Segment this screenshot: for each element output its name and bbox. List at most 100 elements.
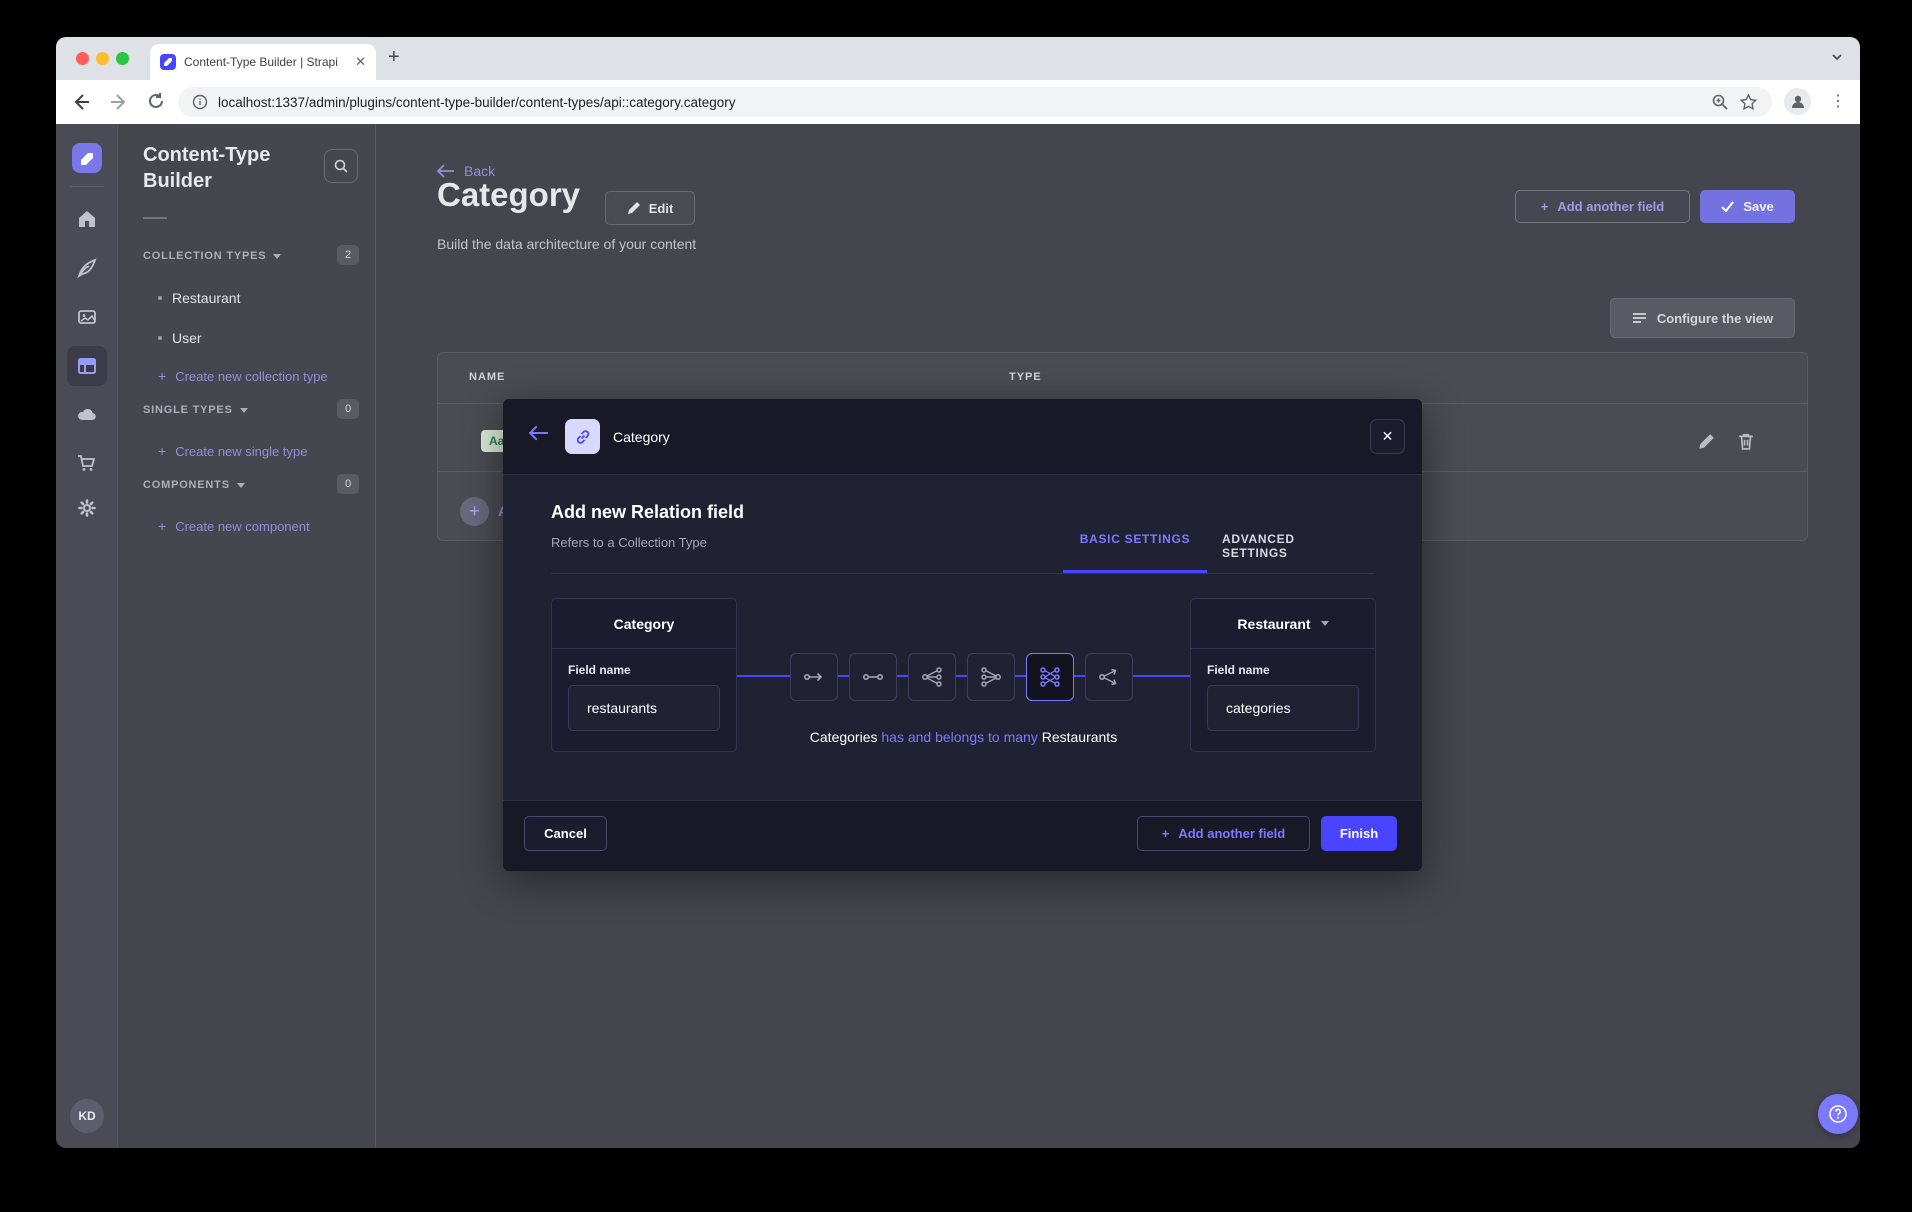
- sidebar-title: Content-Type Builder: [143, 142, 318, 194]
- plus-icon: +: [158, 443, 166, 459]
- create-single-type-link[interactable]: + Create new single type: [158, 443, 307, 459]
- relation-type-many-way[interactable]: [1085, 653, 1133, 701]
- screen: Content-Type Builder | Strapi ✕ +: [0, 0, 1912, 1212]
- tab-advanced-settings[interactable]: ADVANCED SETTINGS: [1222, 532, 1359, 573]
- address-bar: localhost:1337/admin/plugins/content-typ…: [56, 80, 1860, 124]
- bullet-icon: [158, 336, 162, 340]
- home-icon[interactable]: [67, 199, 107, 239]
- relation-field-modal: Category ✕ Add new Relation field Refers…: [503, 399, 1422, 871]
- column-header-type: TYPE: [1009, 371, 1042, 383]
- modal-footer: Cancel + Add another field Finish: [503, 800, 1422, 871]
- modal-back-arrow-icon[interactable]: [529, 425, 549, 441]
- traffic-zoom-button[interactable]: [116, 52, 129, 65]
- target-type-select[interactable]: Restaurant: [1191, 599, 1375, 649]
- settings-gear-icon[interactable]: [67, 488, 107, 528]
- page-subtitle: Build the data architecture of your cont…: [437, 236, 696, 252]
- cloud-icon[interactable]: [67, 395, 107, 435]
- traffic-close-button[interactable]: [76, 52, 89, 65]
- question-mark-icon: [1827, 1103, 1849, 1125]
- configure-view-button[interactable]: Configure the view: [1610, 298, 1795, 338]
- nav-rail: KD: [56, 124, 118, 1148]
- collection-types-count: 2: [337, 245, 359, 265]
- finish-button[interactable]: Finish: [1321, 816, 1397, 851]
- section-components[interactable]: COMPONENTS: [143, 479, 245, 491]
- plus-icon: +: [1541, 199, 1549, 214]
- relation-type-many-to-one[interactable]: [967, 653, 1015, 701]
- tab-close-icon[interactable]: ✕: [355, 54, 366, 70]
- browser-menu-icon[interactable]: ⋮: [1830, 91, 1846, 111]
- help-button[interactable]: [1818, 1094, 1858, 1134]
- reload-icon[interactable]: [146, 91, 166, 111]
- layout-list-icon: [1632, 312, 1647, 324]
- modal-add-another-field-button[interactable]: + Add another field: [1137, 816, 1310, 851]
- bookmark-star-icon[interactable]: [1739, 93, 1758, 112]
- modal-breadcrumb: Category: [613, 429, 670, 445]
- sidebar-item-user[interactable]: User: [158, 330, 202, 346]
- chevron-down-icon: [1321, 621, 1329, 626]
- sidebar-item-restaurant[interactable]: Restaurant: [158, 290, 240, 306]
- chevron-down-icon: [237, 483, 245, 488]
- chevron-down-icon: [273, 254, 281, 259]
- tab-strip: Content-Type Builder | Strapi ✕ +: [56, 37, 1860, 80]
- browser-window: Content-Type Builder | Strapi ✕ +: [56, 37, 1860, 1148]
- cancel-button[interactable]: Cancel: [524, 816, 607, 851]
- back-icon[interactable]: [70, 91, 92, 113]
- plus-icon: +: [158, 368, 166, 384]
- relation-link-icon: [565, 419, 600, 454]
- modal-tabs-divider: [551, 573, 1374, 574]
- plus-icon: +: [1162, 826, 1170, 841]
- marketplace-cart-icon[interactable]: [67, 443, 107, 483]
- site-info-icon[interactable]: [192, 94, 208, 110]
- tab-title: Content-Type Builder | Strapi: [184, 55, 347, 69]
- row-delete-trash-icon[interactable]: [1738, 433, 1754, 450]
- sub-sidebar: Content-Type Builder COLLECTION TYPES 2 …: [118, 124, 376, 1148]
- user-avatar[interactable]: KD: [70, 1099, 104, 1133]
- target-field-input[interactable]: categories: [1207, 685, 1359, 731]
- zoom-page-icon[interactable]: [1711, 93, 1729, 111]
- row-edit-pencil-icon[interactable]: [1698, 433, 1715, 450]
- new-tab-button[interactable]: +: [388, 46, 400, 69]
- strapi-logo[interactable]: [72, 143, 102, 173]
- target-type-box: Restaurant Field name categories: [1190, 598, 1376, 752]
- url-text: localhost:1337/admin/plugins/content-typ…: [218, 95, 1701, 110]
- modal-subtitle: Refers to a Collection Type: [551, 535, 707, 550]
- relation-type-one-to-one[interactable]: [849, 653, 897, 701]
- modal-title: Add new Relation field: [551, 502, 744, 523]
- section-collection-types[interactable]: COLLECTION TYPES: [143, 250, 281, 262]
- relation-type-one-to-many[interactable]: [908, 653, 956, 701]
- content-type-builder-icon[interactable]: [67, 346, 107, 386]
- target-field-label: Field name: [1207, 663, 1270, 677]
- table-add-field-button[interactable]: +: [460, 497, 489, 526]
- check-icon: [1721, 201, 1734, 212]
- traffic-minimize-button[interactable]: [96, 52, 109, 65]
- sidebar-search-button[interactable]: [324, 149, 358, 183]
- content-manager-icon[interactable]: [67, 248, 107, 288]
- source-type-name: Category: [552, 599, 736, 649]
- section-single-types[interactable]: SINGLE TYPES: [143, 404, 248, 416]
- browser-profile-avatar[interactable]: [1784, 88, 1811, 115]
- relation-type-many-to-many[interactable]: [1026, 653, 1074, 701]
- tab-search-chevron-icon[interactable]: [1830, 50, 1844, 64]
- media-library-icon[interactable]: [67, 297, 107, 337]
- pencil-icon: [627, 201, 641, 215]
- rail-divider: [70, 186, 104, 187]
- url-field[interactable]: localhost:1337/admin/plugins/content-typ…: [178, 87, 1772, 117]
- relation-type-one-way[interactable]: [790, 653, 838, 701]
- create-component-link[interactable]: + Create new component: [158, 518, 310, 534]
- components-count: 0: [337, 474, 359, 494]
- edit-button[interactable]: Edit: [605, 191, 695, 225]
- create-collection-type-link[interactable]: + Create new collection type: [158, 368, 328, 384]
- browser-tab[interactable]: Content-Type Builder | Strapi ✕: [150, 44, 376, 80]
- modal-close-button[interactable]: ✕: [1370, 419, 1405, 454]
- strapi-app: KD Content-Type Builder COLLECTION TYPES…: [56, 124, 1860, 1148]
- add-another-field-button[interactable]: + Add another field: [1515, 190, 1690, 223]
- relation-sentence: Categories has and belongs to many Resta…: [737, 729, 1190, 745]
- save-button[interactable]: Save: [1700, 190, 1795, 223]
- plus-icon: +: [158, 518, 166, 534]
- sidebar-divider: [143, 217, 167, 219]
- source-field-input[interactable]: restaurants: [568, 685, 720, 731]
- tab-basic-settings[interactable]: BASIC SETTINGS: [1063, 532, 1207, 573]
- forward-icon[interactable]: [108, 91, 130, 113]
- chevron-down-icon: [240, 408, 248, 413]
- modal-header: Category ✕: [503, 399, 1422, 475]
